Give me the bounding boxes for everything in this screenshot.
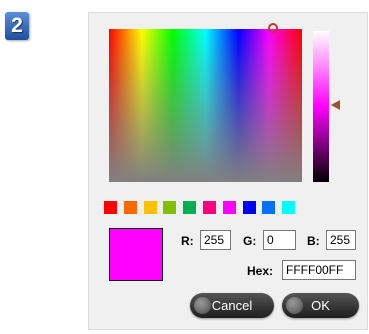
color-swatch[interactable] [123,201,137,214]
color-preview [109,228,163,281]
ok-button[interactable]: OK [282,293,359,318]
g-label: G: [243,234,257,248]
hex-input[interactable] [282,260,356,280]
g-input[interactable] [263,230,296,250]
color-swatch[interactable] [104,201,117,214]
b-input[interactable] [326,230,356,250]
ok-label: OK [311,298,330,313]
cancel-label: Cancel [211,298,253,313]
hex-label: Hex: [247,264,274,278]
b-label: B: [307,234,320,248]
r-label: R: [181,234,194,248]
color-swatch[interactable] [203,201,216,214]
brightness-slider[interactable] [313,31,329,182]
step-number-badge: 2 [5,12,29,40]
step-number: 2 [11,14,23,37]
spectrum-selection-marker[interactable] [268,23,278,33]
color-swatch[interactable] [143,201,157,214]
color-swatch[interactable] [262,201,276,214]
color-swatch[interactable] [183,201,197,214]
color-swatch[interactable] [222,201,236,214]
color-swatch[interactable] [242,201,256,214]
color-swatch[interactable] [163,201,177,214]
color-spectrum[interactable] [109,29,302,182]
cancel-button[interactable]: Cancel [190,293,274,318]
r-input[interactable] [200,230,231,250]
slider-handle-arrow-icon[interactable] [331,100,340,110]
color-swatch[interactable] [282,201,296,214]
